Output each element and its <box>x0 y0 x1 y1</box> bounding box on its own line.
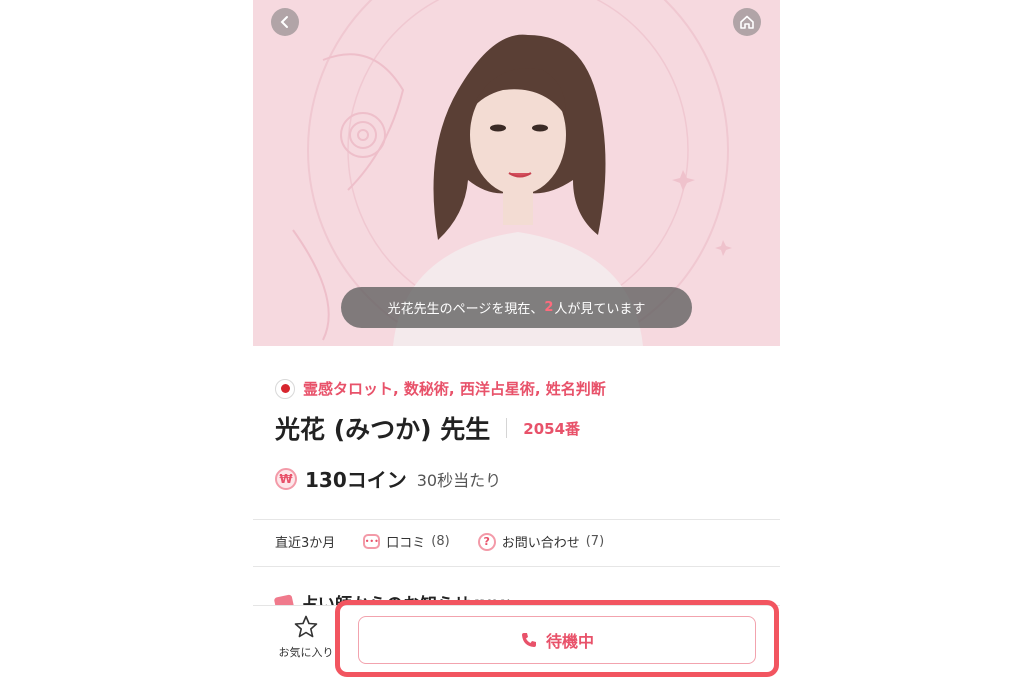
bottom-action-bar: お気に入り 待機中 <box>253 605 780 683</box>
viewer-prefix: 光花先生のページを現在、 <box>387 302 544 317</box>
price-row: ₩ 130コイン 30秒当たり <box>275 464 501 493</box>
home-button[interactable] <box>733 8 761 36</box>
inquiries-count: (7) <box>585 534 605 549</box>
profile-hero: 光花先生のページを現在、 2 人が見ています <box>253 0 780 346</box>
home-icon <box>740 15 754 29</box>
viewer-suffix: 人が見ています <box>554 302 646 317</box>
viewer-count-banner: 光花先生のページを現在、 2 人が見ています <box>341 287 692 328</box>
call-status-label: 待機中 <box>545 632 594 651</box>
period-text: 直近3か月 <box>275 536 336 551</box>
name-row: 光花 (みつか) 先生 2054番 <box>275 410 580 446</box>
reviews-label: 口コミ <box>386 536 426 551</box>
back-button[interactable] <box>271 8 299 36</box>
inquiries-link[interactable]: ? お問い合わせ (7) <box>477 532 605 551</box>
phone-icon <box>521 633 536 647</box>
question-icon: ? <box>477 532 496 551</box>
name-divider <box>506 418 508 438</box>
phone-screen: 光花先生のページを現在、 2 人が見ています 霊感タロット, 数秘術, 西洋占星術,… <box>253 0 780 683</box>
stats-row: 直近3か月 ••• 口コミ (8) ? お問い合わせ (7) <box>275 532 632 551</box>
chat-bubble-icon: ••• <box>363 534 381 549</box>
viewer-count: 2 <box>544 300 554 315</box>
section-divider <box>253 566 780 567</box>
reviews-count: (8) <box>431 534 450 549</box>
category-row: 霊感タロット, 数秘術, 西洋占星術, 姓名判断 <box>275 378 606 399</box>
teller-number: 2054番 <box>523 419 581 438</box>
japan-flag-icon <box>275 378 295 399</box>
fortune-teller-name: 光花 (みつか) 先生 <box>275 415 491 444</box>
price-value: 130コイン <box>305 468 407 492</box>
chevron-left-icon <box>280 16 288 28</box>
star-icon <box>294 615 318 638</box>
section-divider <box>253 519 780 520</box>
favorite-label: お気に入り <box>278 646 334 659</box>
reviews-link[interactable]: ••• 口コミ (8) <box>363 532 450 551</box>
price-unit: 30秒当たり <box>416 470 502 490</box>
inquiries-label: お問い合わせ <box>501 536 580 551</box>
favorite-button[interactable]: お気に入り <box>271 614 341 660</box>
coin-icon: ₩ <box>275 467 297 490</box>
call-button[interactable]: 待機中 <box>358 616 756 664</box>
categories-text: 霊感タロット, 数秘術, 西洋占星術, 姓名判断 <box>303 380 606 398</box>
period-label: 直近3か月 <box>275 532 335 551</box>
